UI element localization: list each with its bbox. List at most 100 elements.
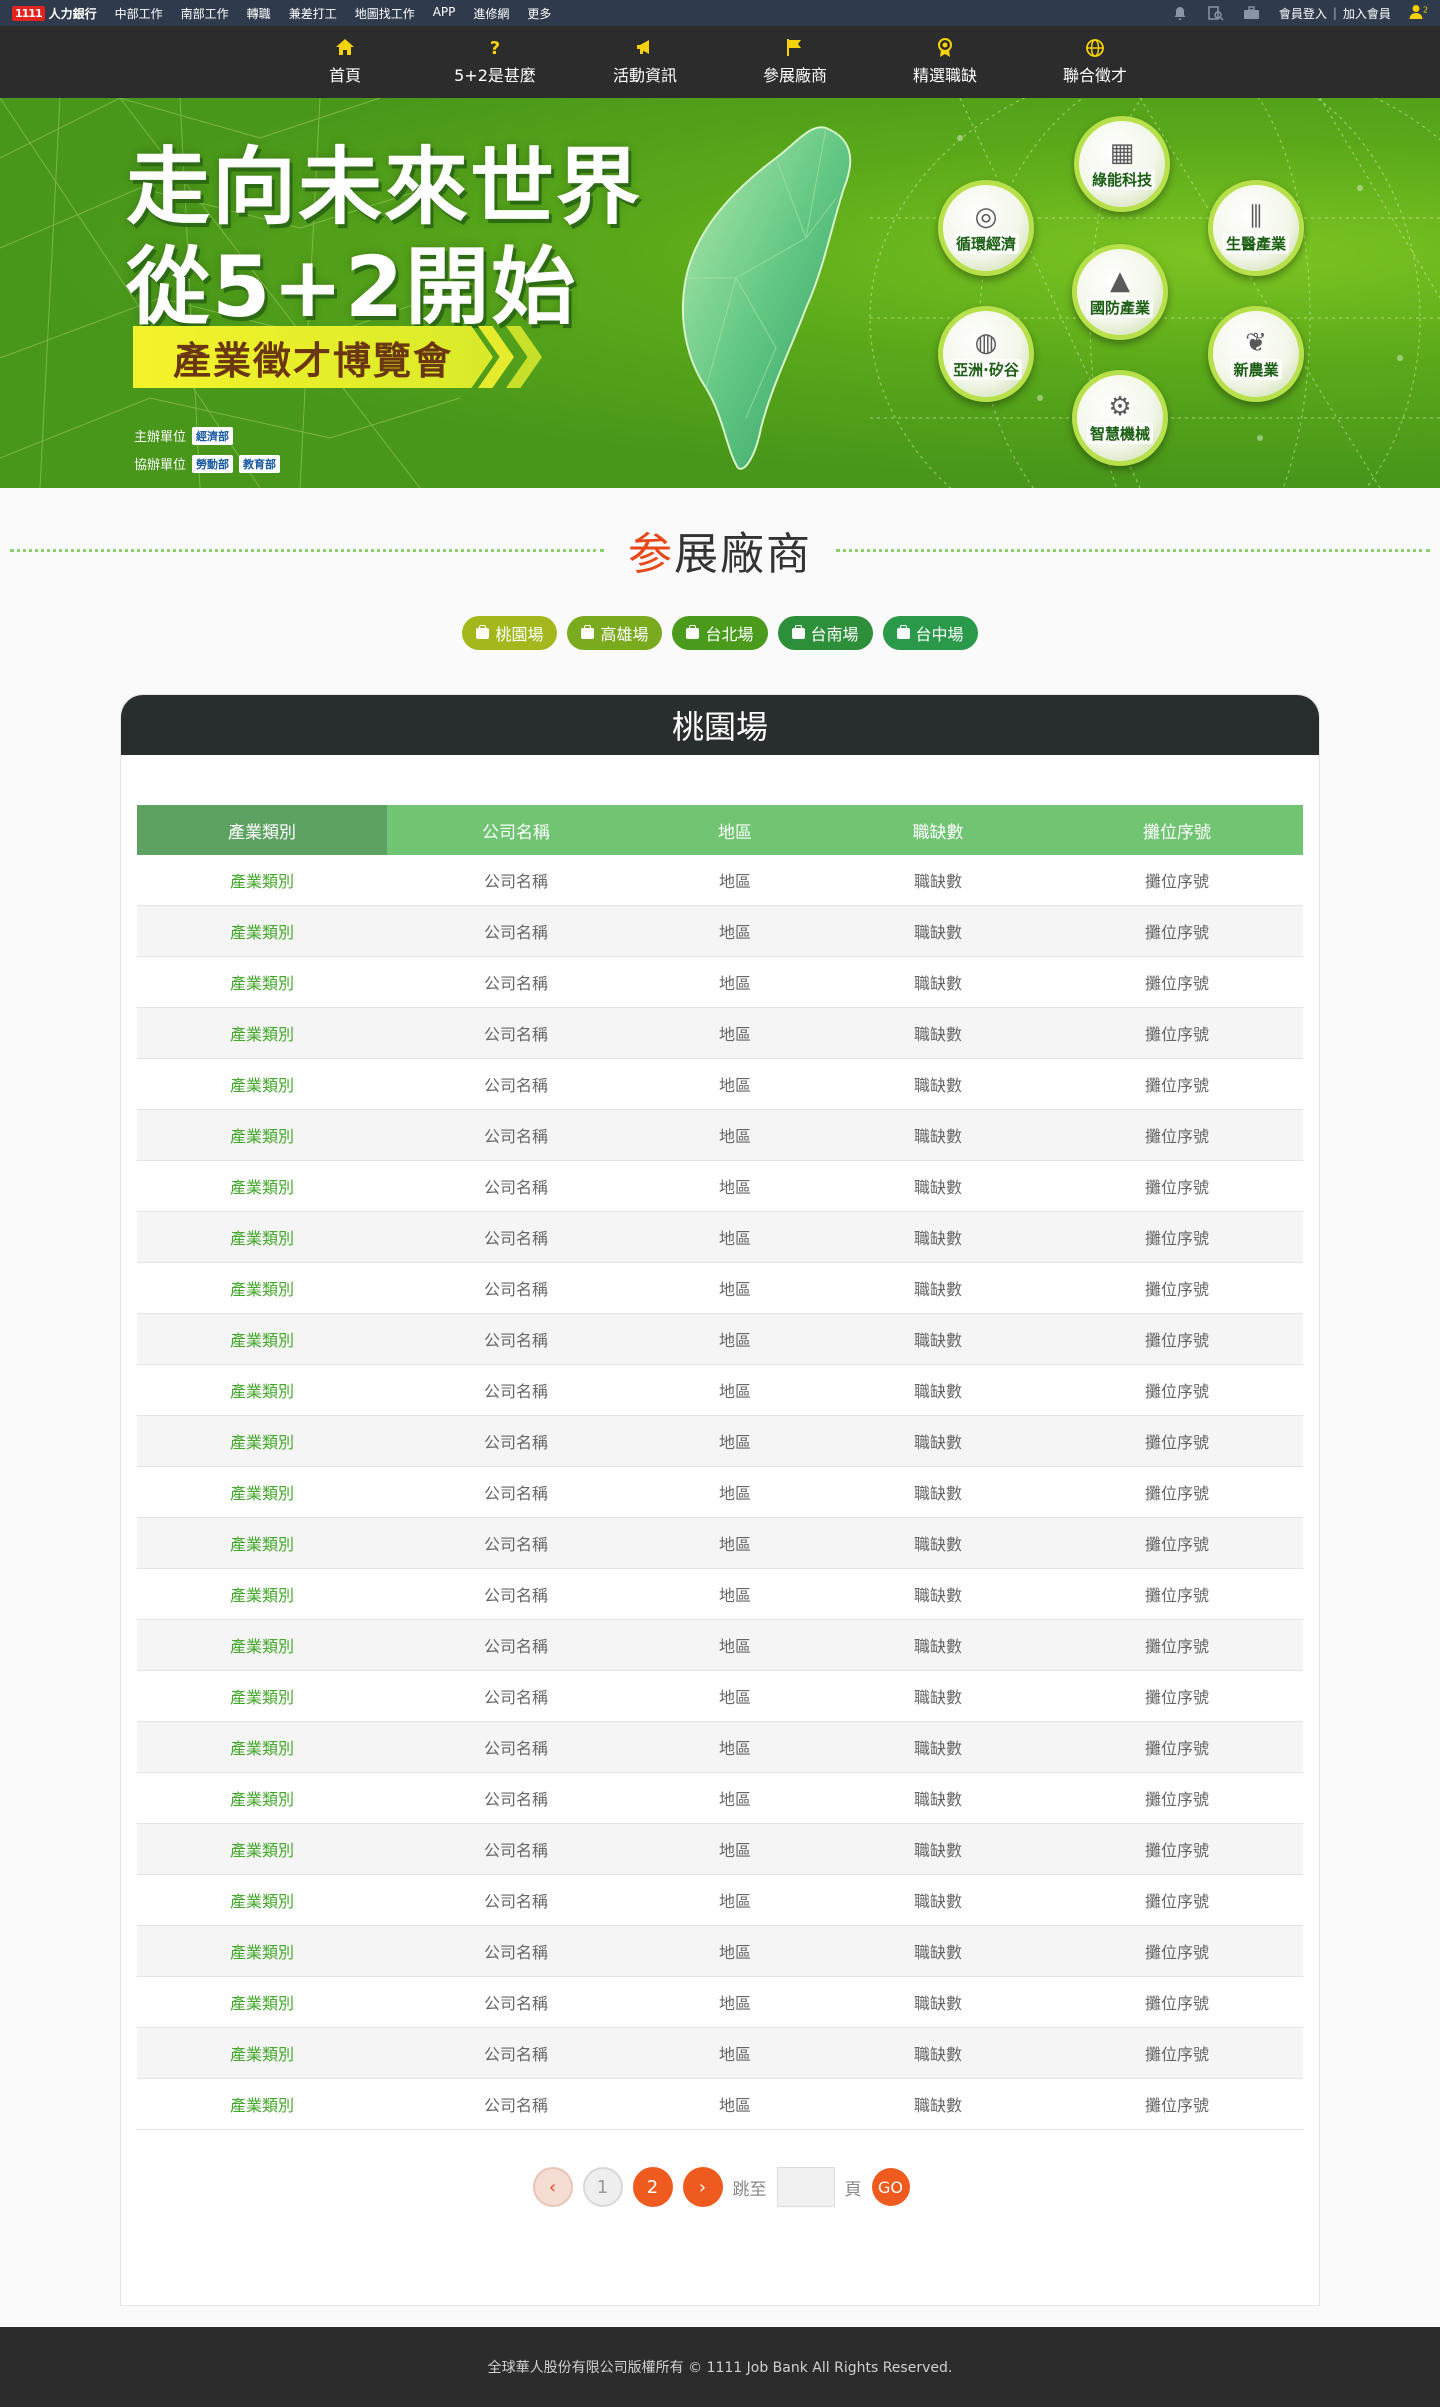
nav-featured-jobs[interactable]: 精選職缺 xyxy=(870,26,1020,98)
cell-industry[interactable]: 產業類別 xyxy=(137,1977,387,2027)
page-1-button[interactable]: 1 xyxy=(582,2167,623,2207)
industry-asia-silicon-valley[interactable]: ◍ 亞洲·矽谷 xyxy=(938,306,1034,402)
table-row[interactable]: 產業類別 公司名稱 地區 職缺數 攤位序號 xyxy=(137,1059,1303,1110)
table-row[interactable]: 產業類別 公司名稱 地區 職缺數 攤位序號 xyxy=(137,1263,1303,1314)
cell-industry[interactable]: 產業類別 xyxy=(137,1569,387,1619)
table-row[interactable]: 產業類別 公司名稱 地區 職缺數 攤位序號 xyxy=(137,906,1303,957)
cell-company[interactable]: 公司名稱 xyxy=(387,855,645,905)
cell-company[interactable]: 公司名稱 xyxy=(387,1518,645,1568)
table-row[interactable]: 產業類別 公司名稱 地區 職缺數 攤位序號 xyxy=(137,1620,1303,1671)
cell-company[interactable]: 公司名稱 xyxy=(387,1977,645,2027)
cell-industry[interactable]: 產業類別 xyxy=(137,1926,387,1976)
briefcase-icon[interactable] xyxy=(1243,5,1261,21)
table-row[interactable]: 產業類別 公司名稱 地區 職缺數 攤位序號 xyxy=(137,1314,1303,1365)
table-row[interactable]: 產業類別 公司名稱 地區 職缺數 攤位序號 xyxy=(137,1365,1303,1416)
header-openings[interactable]: 職缺數 xyxy=(825,805,1051,855)
cell-company[interactable]: 公司名稱 xyxy=(387,1212,645,1262)
cell-industry[interactable]: 產業類別 xyxy=(137,1263,387,1313)
cell-company[interactable]: 公司名稱 xyxy=(387,1722,645,1772)
nav-joint-recruitment[interactable]: 聯合徵才 xyxy=(1020,26,1170,98)
table-row[interactable]: 產業類別 公司名稱 地區 職缺數 攤位序號 xyxy=(137,1467,1303,1518)
page-2-button[interactable]: 2 xyxy=(632,2167,673,2207)
go-button[interactable]: GO xyxy=(871,2168,910,2206)
table-row[interactable]: 產業類別 公司名稱 地區 職缺數 攤位序號 xyxy=(137,1824,1303,1875)
cell-industry[interactable]: 產業類別 xyxy=(137,855,387,905)
top-link-part-time[interactable]: 兼差打工 xyxy=(289,5,337,22)
cell-industry[interactable]: 產業類別 xyxy=(137,1824,387,1874)
table-row[interactable]: 產業類別 公司名稱 地區 職缺數 攤位序號 xyxy=(137,1416,1303,1467)
venue-tab-taipei[interactable]: 台北場 xyxy=(672,616,768,650)
cell-industry[interactable]: 產業類別 xyxy=(137,1773,387,1823)
cell-company[interactable]: 公司名稱 xyxy=(387,2079,645,2129)
cell-industry[interactable]: 產業類別 xyxy=(137,1722,387,1772)
table-row[interactable]: 產業類別 公司名稱 地區 職缺數 攤位序號 xyxy=(137,1212,1303,1263)
table-row[interactable]: 產業類別 公司名稱 地區 職缺數 攤位序號 xyxy=(137,855,1303,906)
cell-company[interactable]: 公司名稱 xyxy=(387,906,645,956)
prev-page-button[interactable]: ‹ xyxy=(532,2167,573,2207)
header-booth[interactable]: 攤位序號 xyxy=(1051,805,1303,855)
top-link-central[interactable]: 中部工作 xyxy=(115,5,163,22)
cell-industry[interactable]: 產業類別 xyxy=(137,1161,387,1211)
industry-circular-economy[interactable]: ◎ 循環經濟 xyxy=(938,180,1034,276)
table-row[interactable]: 產業類別 公司名稱 地區 職缺數 攤位序號 xyxy=(137,1518,1303,1569)
table-row[interactable]: 產業類別 公司名稱 地區 職缺數 攤位序號 xyxy=(137,1671,1303,1722)
bell-icon[interactable] xyxy=(1171,5,1189,21)
top-link-career-change[interactable]: 轉職 xyxy=(247,5,271,22)
venue-tab-tainan[interactable]: 台南場 xyxy=(777,616,873,650)
cell-company[interactable]: 公司名稱 xyxy=(387,1875,645,1925)
cell-company[interactable]: 公司名稱 xyxy=(387,1467,645,1517)
cell-industry[interactable]: 產業類別 xyxy=(137,1110,387,1160)
industry-green-energy[interactable]: ▦ 綠能科技 xyxy=(1074,116,1170,212)
nav-what-is-5plus2[interactable]: ? 5+2是甚麼 xyxy=(420,26,570,98)
cell-industry[interactable]: 產業類別 xyxy=(137,1212,387,1262)
cell-company[interactable]: 公司名稱 xyxy=(387,1365,645,1415)
industry-smart-machinery[interactable]: ⚙ 智慧機械 xyxy=(1072,370,1168,466)
cell-company[interactable]: 公司名稱 xyxy=(387,2028,645,2078)
table-row[interactable]: 產業類別 公司名稱 地區 職缺數 攤位序號 xyxy=(137,1722,1303,1773)
table-row[interactable]: 產業類別 公司名稱 地區 職缺數 攤位序號 xyxy=(137,1110,1303,1161)
table-row[interactable]: 產業類別 公司名稱 地區 職缺數 攤位序號 xyxy=(137,1977,1303,2028)
table-row[interactable]: 產業類別 公司名稱 地區 職缺數 攤位序號 xyxy=(137,1926,1303,1977)
cell-industry[interactable]: 產業類別 xyxy=(137,1008,387,1058)
search-doc-icon[interactable] xyxy=(1207,5,1225,21)
cell-industry[interactable]: 產業類別 xyxy=(137,1365,387,1415)
join-link[interactable]: 加入會員 xyxy=(1343,5,1391,22)
login-link[interactable]: 會員登入 xyxy=(1279,5,1327,22)
site-logo[interactable]: 1111 人力銀行 xyxy=(12,5,97,22)
nav-home[interactable]: 首頁 xyxy=(270,26,420,98)
cell-industry[interactable]: 產業類別 xyxy=(137,957,387,1007)
cell-company[interactable]: 公司名稱 xyxy=(387,1161,645,1211)
table-row[interactable]: 產業類別 公司名稱 地區 職缺數 攤位序號 xyxy=(137,1773,1303,1824)
cell-company[interactable]: 公司名稱 xyxy=(387,1008,645,1058)
cell-company[interactable]: 公司名稱 xyxy=(387,1620,645,1670)
cell-industry[interactable]: 產業類別 xyxy=(137,1875,387,1925)
table-row[interactable]: 產業類別 公司名稱 地區 職缺數 攤位序號 xyxy=(137,1569,1303,1620)
cell-industry[interactable]: 產業類別 xyxy=(137,906,387,956)
cell-industry[interactable]: 產業類別 xyxy=(137,2079,387,2129)
cell-industry[interactable]: 產業類別 xyxy=(137,1416,387,1466)
table-row[interactable]: 產業類別 公司名稱 地區 職缺數 攤位序號 xyxy=(137,2028,1303,2079)
top-link-education[interactable]: 進修網 xyxy=(473,5,509,22)
cell-industry[interactable]: 產業類別 xyxy=(137,1059,387,1109)
top-link-app[interactable]: APP xyxy=(433,5,456,22)
table-row[interactable]: 產業類別 公司名稱 地區 職缺數 攤位序號 xyxy=(137,1008,1303,1059)
cell-industry[interactable]: 產業類別 xyxy=(137,1518,387,1568)
cell-industry[interactable]: 產業類別 xyxy=(137,2028,387,2078)
cell-company[interactable]: 公司名稱 xyxy=(387,1671,645,1721)
cell-company[interactable]: 公司名稱 xyxy=(387,1773,645,1823)
jump-page-input[interactable] xyxy=(776,2167,835,2207)
cell-company[interactable]: 公司名稱 xyxy=(387,1416,645,1466)
top-link-south[interactable]: 南部工作 xyxy=(181,5,229,22)
table-row[interactable]: 產業類別 公司名稱 地區 職缺數 攤位序號 xyxy=(137,2079,1303,2130)
cell-company[interactable]: 公司名稱 xyxy=(387,1314,645,1364)
header-company[interactable]: 公司名稱 xyxy=(387,805,645,855)
cell-company[interactable]: 公司名稱 xyxy=(387,1926,645,1976)
cell-industry[interactable]: 產業類別 xyxy=(137,1314,387,1364)
cell-industry[interactable]: 產業類別 xyxy=(137,1671,387,1721)
cell-industry[interactable]: 產業類別 xyxy=(137,1620,387,1670)
nav-exhibitors[interactable]: 參展廠商 xyxy=(720,26,870,98)
industry-defense[interactable]: ▲ 國防產業 xyxy=(1072,244,1168,340)
cell-company[interactable]: 公司名稱 xyxy=(387,1059,645,1109)
venue-tab-taichung[interactable]: 台中場 xyxy=(882,616,978,650)
cell-industry[interactable]: 產業類別 xyxy=(137,1467,387,1517)
